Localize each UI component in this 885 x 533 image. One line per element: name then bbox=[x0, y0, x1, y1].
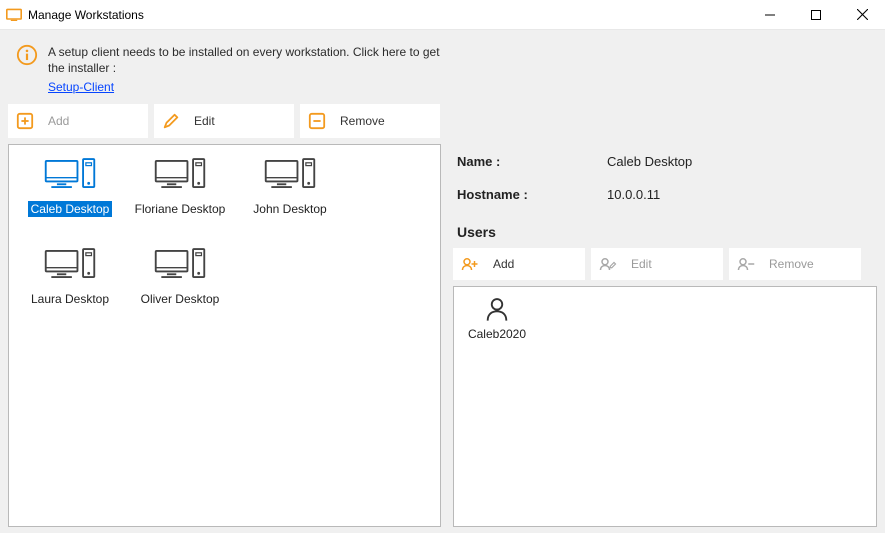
workstation-toolbar: Add Edit Remove bbox=[6, 104, 879, 144]
edit-workstation-button[interactable]: Edit bbox=[154, 104, 294, 138]
users-grid: Caleb2020 bbox=[462, 295, 868, 341]
details-pane: Name : Caleb Desktop Hostname : 10.0.0.1… bbox=[453, 144, 877, 527]
workstation-icon bbox=[42, 155, 98, 193]
workstation-item[interactable]: Caleb Desktop bbox=[19, 155, 121, 217]
edit-user-button[interactable]: Edit bbox=[591, 248, 723, 280]
maximize-button[interactable] bbox=[793, 0, 839, 29]
workstation-item[interactable]: Laura Desktop bbox=[19, 245, 121, 307]
edit-user-label: Edit bbox=[631, 257, 652, 271]
workstation-item[interactable]: John Desktop bbox=[239, 155, 341, 217]
workstation-list-pane[interactable]: Caleb Desktop Floriane Desktop John Desk… bbox=[8, 144, 441, 527]
workstation-label: Floriane Desktop bbox=[132, 201, 229, 217]
user-icon bbox=[483, 295, 511, 323]
users-toolbar: Add Edit bbox=[453, 248, 877, 286]
title-bar: Manage Workstations bbox=[0, 0, 885, 30]
user-item[interactable]: Caleb2020 bbox=[462, 295, 532, 341]
name-value: Caleb Desktop bbox=[607, 154, 692, 169]
info-text-block: A setup client needs to be installed on … bbox=[48, 44, 448, 94]
edit-button-label: Edit bbox=[194, 114, 215, 128]
user-minus-icon bbox=[737, 255, 755, 273]
workstation-label: Caleb Desktop bbox=[28, 201, 113, 217]
users-section-title: Users bbox=[453, 210, 877, 248]
remove-user-label: Remove bbox=[769, 257, 814, 271]
remove-workstation-button[interactable]: Remove bbox=[300, 104, 440, 138]
workstation-icon bbox=[152, 245, 208, 283]
workstation-icon bbox=[152, 155, 208, 193]
info-bar: A setup client needs to be installed on … bbox=[6, 36, 879, 104]
info-icon bbox=[16, 44, 38, 66]
remove-button-label: Remove bbox=[340, 114, 385, 128]
window-title: Manage Workstations bbox=[28, 8, 747, 22]
add-user-button[interactable]: Add bbox=[453, 248, 585, 280]
workstation-item[interactable]: Floriane Desktop bbox=[129, 155, 231, 217]
pencil-icon bbox=[162, 112, 180, 130]
minimize-button[interactable] bbox=[747, 0, 793, 29]
name-label: Name : bbox=[457, 154, 607, 169]
plus-icon bbox=[16, 112, 34, 130]
hostname-label: Hostname : bbox=[457, 187, 607, 202]
workstation-grid: Caleb Desktop Floriane Desktop John Desk… bbox=[19, 155, 430, 307]
user-label: Caleb2020 bbox=[468, 327, 526, 341]
user-plus-icon bbox=[461, 255, 479, 273]
workstation-label: Oliver Desktop bbox=[138, 291, 223, 307]
main-columns: Caleb Desktop Floriane Desktop John Desk… bbox=[6, 144, 879, 527]
add-user-label: Add bbox=[493, 257, 514, 271]
workstation-label: John Desktop bbox=[250, 201, 329, 217]
close-button[interactable] bbox=[839, 0, 885, 29]
detail-name-row: Name : Caleb Desktop bbox=[453, 144, 877, 177]
detail-hostname-row: Hostname : 10.0.0.11 bbox=[453, 177, 877, 210]
app-icon bbox=[6, 8, 22, 22]
users-list-pane[interactable]: Caleb2020 bbox=[453, 286, 877, 527]
workstation-icon bbox=[262, 155, 318, 193]
workstation-item[interactable]: Oliver Desktop bbox=[129, 245, 231, 307]
add-button-label: Add bbox=[48, 114, 69, 128]
window-controls bbox=[747, 0, 885, 29]
minus-icon bbox=[308, 112, 326, 130]
remove-user-button[interactable]: Remove bbox=[729, 248, 861, 280]
workstation-icon bbox=[42, 245, 98, 283]
setup-client-link[interactable]: Setup-Client bbox=[48, 80, 114, 94]
hostname-value: 10.0.0.11 bbox=[607, 187, 660, 202]
workstation-label: Laura Desktop bbox=[28, 291, 112, 307]
user-edit-icon bbox=[599, 255, 617, 273]
client-area: A setup client needs to be installed on … bbox=[0, 30, 885, 533]
add-workstation-button[interactable]: Add bbox=[8, 104, 148, 138]
info-text: A setup client needs to be installed on … bbox=[48, 44, 448, 76]
